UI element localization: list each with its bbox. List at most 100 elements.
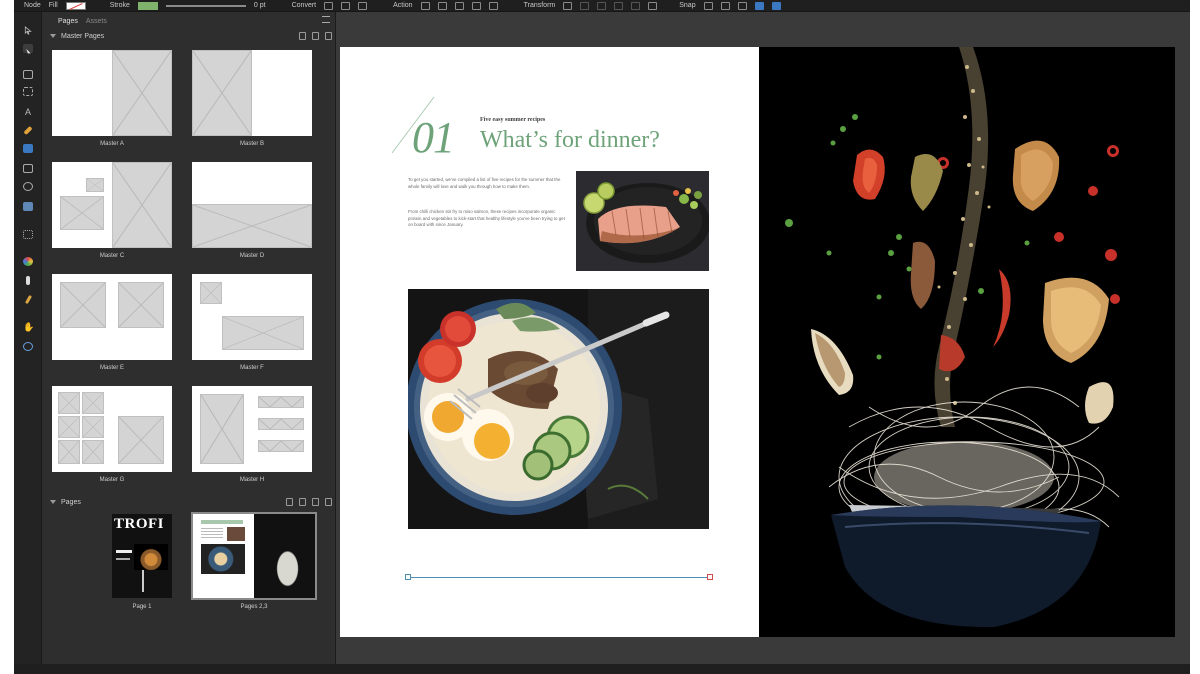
align-left-icon[interactable] [580,1,590,10]
transform-mode-icon[interactable] [563,1,573,10]
document-canvas[interactable]: 01 Five easy summer recipes What’s for d… [336,12,1190,674]
panel-menu-icon[interactable] [322,16,330,23]
snap-magnet-icon[interactable] [737,1,747,10]
selected-line[interactable] [408,577,710,578]
align-top-icon[interactable] [631,1,641,10]
pen-tool-icon[interactable] [23,125,33,136]
tab-assets[interactable]: Assets [86,18,107,25]
collapse-triangle-icon[interactable] [50,34,56,38]
node-tool-icon[interactable] [23,44,33,57]
master-thumb-a[interactable] [52,50,172,136]
section-number[interactable]: 01 [412,112,455,163]
snap-nodes-icon[interactable] [703,1,713,10]
duplicate-master-icon[interactable] [312,32,319,40]
placeholder-frame [58,392,80,414]
spread-view-icon[interactable] [286,498,293,506]
align-center-icon[interactable] [597,1,607,10]
snap-options-icon[interactable] [771,1,781,10]
master-thumb-f[interactable] [192,274,312,360]
place-image-tool-icon[interactable] [23,202,33,211]
convert-sharp-icon[interactable] [324,1,334,10]
headline[interactable]: What’s for dinner? [480,127,660,154]
close-curve-icon[interactable] [437,1,447,10]
frame-text-tool-icon[interactable] [23,70,33,79]
reverse-curve-icon[interactable] [488,1,498,10]
master-label: Master D [239,253,265,259]
master-label: Master F [240,365,264,371]
collapse-triangle-icon[interactable] [50,500,56,504]
picture-frame-tool-icon[interactable] [23,164,33,173]
placeholder-frame [60,282,106,328]
stroke-width-value[interactable]: 0 pt [254,2,266,9]
pages-title: Pages [61,498,81,506]
color-picker-tool-icon[interactable] [23,257,33,266]
fill-tool-icon[interactable] [26,276,30,285]
hand-tool-icon[interactable]: ✋ [23,323,34,332]
fill-label: Fill [48,2,58,9]
breakfast-photo[interactable] [408,289,709,529]
join-curves-icon[interactable] [471,1,481,10]
master-thumb-h[interactable] [192,386,312,472]
right-page[interactable] [759,47,1175,637]
body-paragraph[interactable]: From chilli chicken stir fry to miso sal… [408,209,566,229]
fill-swatch[interactable] [65,1,86,10]
master-thumb-b[interactable] [192,50,312,136]
snap-handles-icon[interactable] [720,1,730,10]
delete-master-icon[interactable] [325,32,332,40]
pages-2-3-label: Pages 2,3 [240,604,268,610]
move-tool-icon[interactable] [23,26,33,35]
master-pages-header[interactable]: Master Pages [46,30,332,42]
salmon-photo[interactable] [576,171,709,271]
convert-smart-icon[interactable] [358,1,368,10]
zoom-selection-icon[interactable] [648,1,658,10]
cover-photo [134,544,168,570]
add-master-icon[interactable] [299,32,306,40]
breakfast-dish-image [408,289,709,529]
thumb-body [201,528,223,538]
master-thumb-d[interactable] [192,162,312,248]
line-start-handle[interactable] [405,574,411,580]
placeholder-frame [86,178,104,192]
zoom-tool-icon[interactable] [23,342,33,351]
tab-pages[interactable]: Pages [58,18,78,25]
table-grid-tool-icon[interactable] [23,230,33,239]
levitating-food-photo [759,47,1175,637]
master-thumb-e[interactable] [52,274,172,360]
convert-smooth-icon[interactable] [341,1,351,10]
body-paragraph[interactable]: To get you started, we've compiled a lis… [408,177,566,190]
add-page-icon[interactable] [299,498,306,506]
pages-header[interactable]: Pages [46,496,332,508]
smooth-curve-icon[interactable] [454,1,464,10]
rectangle-tool-icon[interactable] [23,144,33,153]
stroke-width-slider[interactable] [165,4,246,7]
transparency-tool-icon[interactable] [24,294,33,305]
line-end-handle[interactable] [707,574,713,580]
master-thumb-g[interactable] [52,386,172,472]
stroke-swatch[interactable] [137,1,158,10]
break-curve-icon[interactable] [420,1,430,10]
snap-label: Snap [679,2,696,9]
table-tool-icon[interactable] [23,87,33,96]
master-pages-title: Master Pages [61,32,105,40]
ellipse-frame-tool-icon[interactable] [23,182,33,191]
delete-page-icon[interactable] [325,498,332,506]
left-page[interactable]: 01 Five easy summer recipes What’s for d… [340,47,759,637]
duplicate-page-icon[interactable] [312,498,319,506]
placeholder-frame [112,50,172,136]
app-window: Node Fill Stroke 0 pt Convert Action Tra… [14,0,1190,674]
cover-title: TROFI [114,516,165,532]
page-thumb-1[interactable]: TROFI [112,514,172,598]
kicker-text[interactable]: Five easy summer recipes [480,117,545,123]
align-right-icon[interactable] [614,1,624,10]
placeholder-frame [258,440,304,452]
thumb-left-page [193,514,254,598]
thumb-right-page [254,514,315,598]
artistic-text-tool-icon[interactable]: A [23,108,33,117]
snap-toggle-icon[interactable] [754,1,764,10]
placeholder-frame [192,204,312,248]
tools-panel: A ✋ [14,12,42,674]
page-thumb-2-3[interactable] [191,512,317,600]
thumb-small-photo [227,527,245,541]
master-thumb-c[interactable] [52,162,172,248]
thumb-headline [201,520,243,524]
